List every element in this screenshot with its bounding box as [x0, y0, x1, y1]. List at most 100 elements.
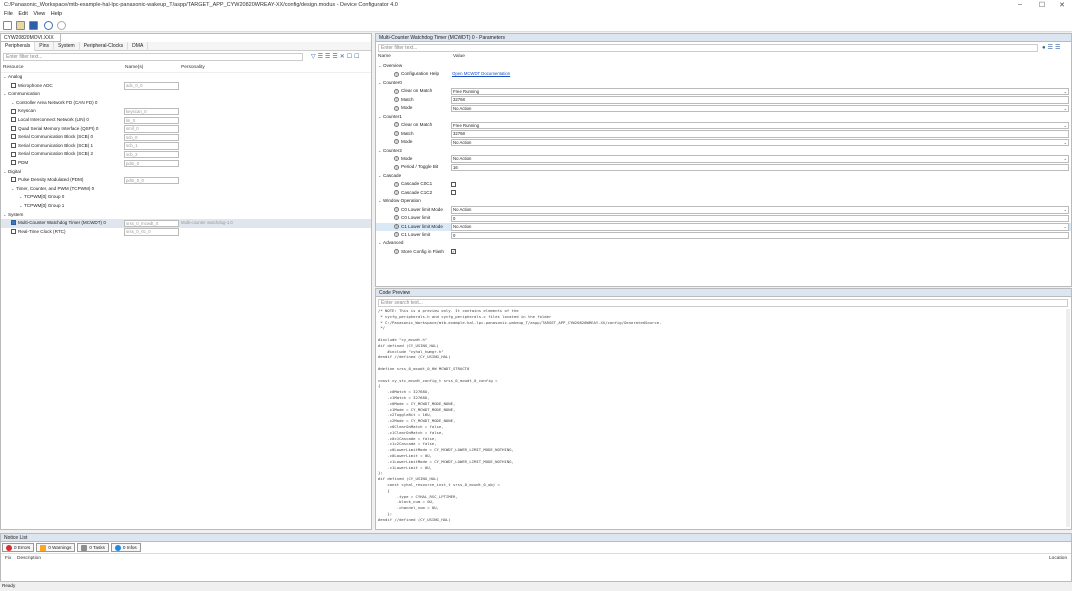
help-icon[interactable]: ?	[394, 130, 399, 136]
help-icon[interactable]: ?	[394, 215, 399, 221]
help-icon[interactable]: ?	[394, 139, 399, 145]
redo-icon[interactable]	[57, 21, 66, 30]
col-value[interactable]: Value	[453, 54, 465, 59]
col-location[interactable]: Location	[1049, 556, 1067, 561]
param-row[interactable]: ? Mode No Action ⌄	[376, 138, 1071, 147]
param-row[interactable]: ? Store Config in Flash ✓	[376, 248, 1071, 257]
enable-checkbox[interactable]	[11, 82, 16, 88]
param-select[interactable]: No Action ⌄	[451, 138, 1069, 147]
resource-name-field[interactable]: smif_0	[124, 125, 179, 133]
help-icon[interactable]: ?	[394, 181, 399, 187]
resource-name-field[interactable]: scb_0	[124, 133, 179, 142]
tree-item[interactable]: Quad Serial Memory Interface (QSPI) 0 smi…	[1, 125, 371, 134]
param-section[interactable]: ⌄ Advanced	[376, 239, 1071, 248]
help-icon[interactable]: ?	[394, 206, 399, 212]
tree-item[interactable]: Microphone ADC adc_0_0	[1, 82, 371, 91]
chevron-down-icon[interactable]: ⌄	[1064, 106, 1067, 112]
chevron-down-icon[interactable]: ⌄	[1064, 207, 1067, 213]
menu-view[interactable]: View	[33, 11, 45, 17]
col-resource[interactable]: Resource	[3, 65, 24, 70]
device-tab[interactable]: CYW20820MOVI.XXX	[1, 34, 61, 42]
param-checkbox[interactable]: ✓	[451, 249, 456, 255]
help-icon[interactable]: ?	[394, 71, 399, 77]
help-icon[interactable]: ?	[394, 97, 399, 103]
parameters-toolbar-icons[interactable]: ●☰☰	[1042, 44, 1062, 51]
enable-checkbox[interactable]	[11, 160, 16, 166]
col-personality[interactable]: Personality	[181, 65, 205, 70]
menu-edit[interactable]: Edit	[18, 11, 27, 17]
param-section[interactable]: ⌄ Window Operation	[376, 197, 1071, 206]
param-row[interactable]: ? Mode No Action ⌄	[376, 155, 1071, 164]
param-section[interactable]: ⌄ Counter2	[376, 147, 1071, 156]
param-select[interactable]: Free Running ⌄	[451, 87, 1069, 96]
help-icon[interactable]: ?	[394, 232, 399, 238]
resource-name-field[interactable]: srss_0_mcwdt_0	[124, 219, 179, 228]
col-names[interactable]: Name(s)	[125, 65, 143, 70]
enable-checkbox[interactable]	[11, 229, 16, 235]
resource-name-field[interactable]: pdm_0	[124, 159, 179, 167]
param-input[interactable]: 0	[451, 231, 1069, 239]
param-input[interactable]: 32768	[451, 96, 1069, 104]
undo-icon[interactable]	[44, 21, 53, 30]
enable-checkbox[interactable]	[11, 125, 16, 131]
tree-item[interactable]: Serial Communication Block (SCB) 2 scb_2	[1, 150, 371, 159]
enable-checkbox[interactable]	[11, 134, 16, 140]
help-icon[interactable]: ?	[394, 88, 399, 94]
tree-item[interactable]: Multi-Counter Watchdog Timer (MCWDT) 0 sr…	[1, 219, 371, 228]
help-icon[interactable]: ?	[394, 156, 399, 162]
tab-system[interactable]: System	[54, 42, 80, 51]
enable-checkbox[interactable]	[11, 108, 16, 114]
warnings-button[interactable]: 0 Warnings	[36, 543, 76, 552]
resource-name-field[interactable]: scb_2	[124, 150, 179, 159]
chevron-down-icon[interactable]: ⌄	[1064, 156, 1067, 162]
minimize-button[interactable]: –	[1014, 1, 1026, 8]
code-scrollbar[interactable]	[1066, 309, 1070, 527]
resource-name-field[interactable]: srss_0_rtc_0	[124, 228, 179, 236]
col-fix[interactable]: Fix	[5, 556, 11, 561]
tasks-button[interactable]: 0 Tasks	[77, 543, 109, 552]
menu-help[interactable]: Help	[51, 11, 62, 17]
param-section[interactable]: ⌄ Overview	[376, 62, 1071, 71]
chevron-down-icon[interactable]: ⌄	[1064, 140, 1067, 146]
code-search-input[interactable]: Enter search text...	[378, 299, 1068, 307]
param-row[interactable]: ? Match 32768	[376, 96, 1071, 105]
tab-peripherals[interactable]: Peripherals	[1, 42, 36, 51]
tree-group[interactable]: ⌄ TCPWM[0] Group 1	[1, 202, 371, 211]
param-section[interactable]: ⌄ Counter1	[376, 113, 1071, 122]
chevron-down-icon[interactable]: ⌄	[1064, 123, 1067, 129]
resource-name-field[interactable]: scb_1	[124, 142, 179, 150]
param-row[interactable]: ? Cascade C1C2	[376, 189, 1071, 198]
tree-group[interactable]: ⌄ Timer, Counter, and PWM (TCPWM) 0	[1, 185, 371, 194]
param-select[interactable]: Free Running ⌄	[451, 121, 1069, 130]
param-row[interactable]: ? C1 Lower limit Mode No Action ⌄	[376, 222, 1071, 232]
param-row[interactable]: ? Clear on Match Free Running ⌄	[376, 121, 1071, 130]
col-description[interactable]: Description	[17, 556, 41, 561]
enable-checkbox[interactable]	[11, 117, 16, 123]
personality-field[interactable]: Multi-counter watchdog-1.0	[180, 220, 370, 228]
tree-item[interactable]: Serial Communication Block (SCB) 0 scb_0	[1, 133, 371, 142]
tree-item[interactable]: Real-Time Clock (RTC) srss_0_rtc_0	[1, 228, 371, 237]
help-icon[interactable]: ?	[394, 164, 399, 170]
enable-checkbox[interactable]	[11, 143, 16, 149]
param-checkbox[interactable]	[451, 190, 456, 196]
param-row[interactable]: ? Match 32768	[376, 130, 1071, 139]
param-row[interactable]: ? C0 Lower limit 0	[376, 214, 1071, 223]
param-row[interactable]: ? C0 Lower limit Mode No Action ⌄	[376, 206, 1071, 215]
param-section[interactable]: ⌄ Cascade	[376, 172, 1071, 181]
tree-group[interactable]: ⌄ Digital	[1, 168, 371, 177]
enable-checkbox[interactable]	[11, 220, 16, 226]
resource-name-field[interactable]: pdm_0_0	[124, 176, 179, 185]
tree-item[interactable]: Pulse Density Modulated (PDM) pdm_0_0	[1, 176, 371, 185]
documentation-link[interactable]: Open MCWDT Documentation	[452, 71, 510, 76]
help-icon[interactable]: ?	[394, 223, 399, 229]
param-input[interactable]: 16	[451, 163, 1069, 172]
param-select[interactable]: No Action ⌄	[451, 155, 1069, 163]
tree-group[interactable]: ⌄ Analog	[1, 73, 371, 82]
col-name[interactable]: Name	[378, 54, 391, 59]
help-icon[interactable]: ?	[394, 122, 399, 128]
tree-item[interactable]: Serial Communication Block (SCB) 1 scb_1	[1, 142, 371, 151]
resource-name-field[interactable]: adc_0_0	[124, 82, 179, 90]
save-icon[interactable]	[29, 21, 38, 30]
errors-button[interactable]: 0 Errors	[2, 543, 35, 552]
menu-file[interactable]: File	[4, 11, 13, 17]
